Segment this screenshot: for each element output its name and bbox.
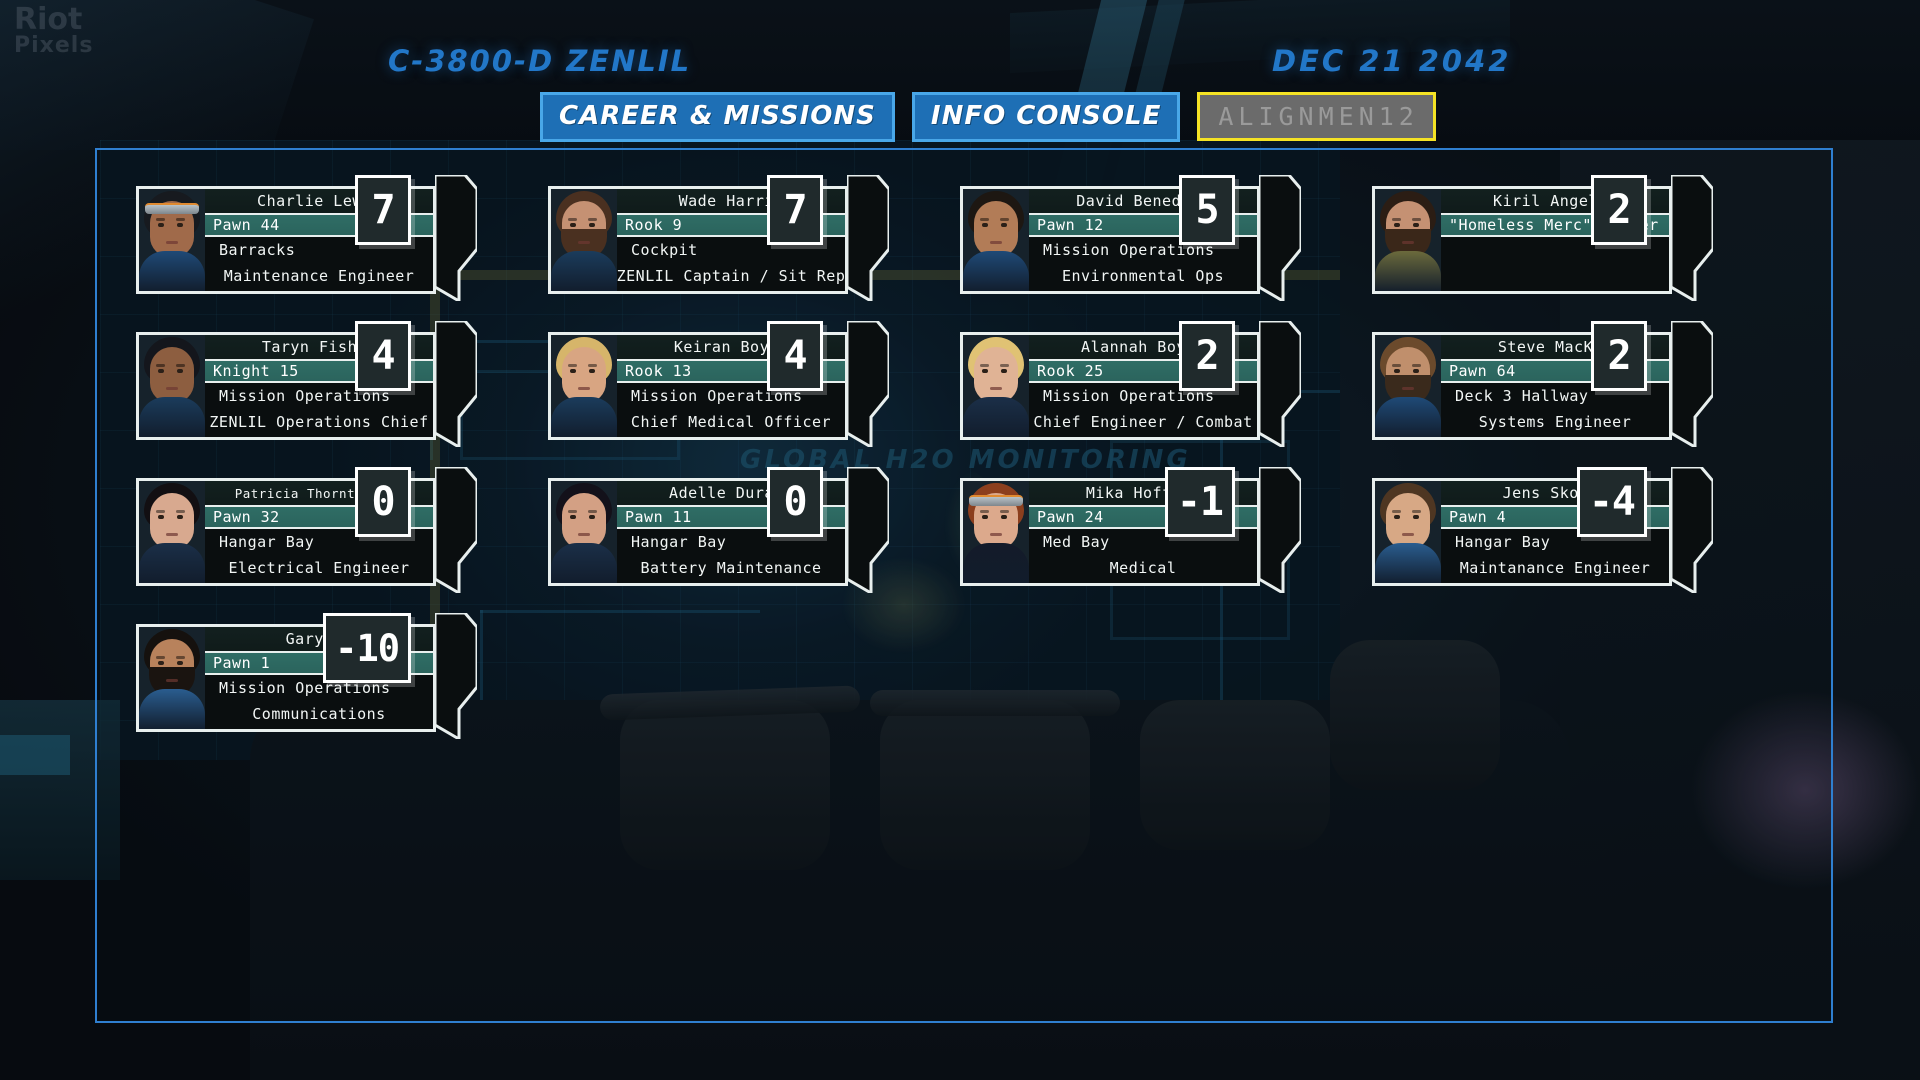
crew-alignment-grid: Charlie Lewis Pawn 44 Barracks Maintenance …: [136, 175, 1896, 770]
crew-role: ZENLIL Operations Chief: [205, 409, 433, 435]
crew-card[interactable]: Mika Hoffman Pawn 24 Med Bay Medical -1: [960, 467, 1301, 593]
crew-card-slot: Wade Harris Rook 9 Cockpit ZENLIL Captain /…: [548, 175, 952, 332]
crew-portrait: [963, 335, 1029, 437]
crew-role: Maintenance Engineer: [205, 263, 433, 289]
crew-card-slot: Gary Ma Pawn 1 Mission Operations Communica…: [136, 613, 540, 770]
crew-role: [1441, 263, 1669, 289]
card-chamfer-decoration: [1671, 321, 1713, 447]
crew-card-slot: Mika Hoffman Pawn 24 Med Bay Medical -1: [960, 467, 1364, 624]
crew-card-slot: Charlie Lewis Pawn 44 Barracks Maintenance …: [136, 175, 540, 332]
crew-role: Electrical Engineer: [205, 555, 433, 581]
crew-card-slot: Steve MacKai Pawn 64 Deck 3 Hallway Systems…: [1372, 321, 1776, 478]
crew-card-slot: David Benedict Pawn 12 Mission Operations E…: [960, 175, 1364, 332]
card-chamfer-decoration: [1259, 467, 1301, 593]
crew-card-slot: Adelle Durand Pawn 11 Hangar Bay Battery Ma…: [548, 467, 952, 624]
crew-portrait: [1375, 335, 1441, 437]
card-chamfer-decoration: [847, 467, 889, 593]
crew-card[interactable]: Gary Ma Pawn 1 Mission Operations Communica…: [136, 613, 477, 739]
crew-portrait: [1375, 189, 1441, 291]
crew-card-slot: Keiran Boyle Rook 13 Mission Operations Chi…: [548, 321, 952, 478]
crew-portrait: [1375, 481, 1441, 583]
alignment-score-badge: 4: [767, 321, 823, 391]
alignment-score-badge: -10: [323, 613, 411, 683]
crew-card[interactable]: Patricia Thornthwaite Pawn 32 Hangar Bay El…: [136, 467, 477, 593]
crew-card-slot: Taryn Fisher Knight 15 Mission Operations Z…: [136, 321, 540, 478]
ship-title: C-3800-D ZENLIL: [388, 44, 692, 78]
crew-portrait: [551, 189, 617, 291]
crew-card[interactable]: Wade Harris Rook 9 Cockpit ZENLIL Captain /…: [548, 175, 889, 301]
crew-role: Communications: [205, 701, 433, 727]
alignment-score-badge: 5: [1179, 175, 1235, 245]
card-chamfer-decoration: [1671, 467, 1713, 593]
alignment-score-badge: 0: [355, 467, 411, 537]
crew-role: Battery Maintenance: [617, 555, 845, 581]
card-chamfer-decoration: [435, 613, 477, 739]
tab-info-console[interactable]: INFO CONSOLE: [911, 92, 1181, 142]
crew-role: ZENLIL Captain / Sit Rep: [617, 263, 845, 289]
alignment-score-badge: 2: [1179, 321, 1235, 391]
crew-card[interactable]: Steve MacKai Pawn 64 Deck 3 Hallway Systems…: [1372, 321, 1713, 447]
crew-portrait: [139, 189, 205, 291]
crew-card-slot: Kiril Angelov "Homeless Merc" Leader 2: [1372, 175, 1776, 332]
tab-alignment[interactable]: ALIGNMEN12: [1197, 92, 1436, 141]
crew-card[interactable]: Kiril Angelov "Homeless Merc" Leader 2: [1372, 175, 1713, 301]
alignment-score-badge: 7: [355, 175, 411, 245]
alignment-score-badge: 4: [355, 321, 411, 391]
alignment-score-badge: 2: [1591, 175, 1647, 245]
card-chamfer-decoration: [435, 321, 477, 447]
crew-portrait: [551, 481, 617, 583]
tab-career-and-missions[interactable]: CAREER & MISSIONS: [540, 92, 895, 142]
card-chamfer-decoration: [435, 467, 477, 593]
alignment-score-badge: 0: [767, 467, 823, 537]
card-chamfer-decoration: [1671, 175, 1713, 301]
crew-role: Chief Engineer / Combat: [1029, 409, 1257, 435]
crew-portrait: [139, 335, 205, 437]
alignment-score-badge: -1: [1164, 467, 1235, 537]
card-chamfer-decoration: [1259, 175, 1301, 301]
crew-portrait: [551, 335, 617, 437]
crew-role: Chief Medical Officer: [617, 409, 845, 435]
crew-card[interactable]: Adelle Durand Pawn 11 Hangar Bay Battery Ma…: [548, 467, 889, 593]
crew-card[interactable]: Taryn Fisher Knight 15 Mission Operations Z…: [136, 321, 477, 447]
crew-portrait: [963, 481, 1029, 583]
crew-portrait: [963, 189, 1029, 291]
crew-card-slot: Jens Skogan Pawn 4 Hangar Bay Maintanance E…: [1372, 467, 1776, 624]
card-chamfer-decoration: [847, 321, 889, 447]
crew-role: Medical: [1029, 555, 1257, 581]
crew-role: Systems Engineer: [1441, 409, 1669, 435]
alignment-score-badge: 2: [1591, 321, 1647, 391]
card-chamfer-decoration: [847, 175, 889, 301]
crew-card[interactable]: David Benedict Pawn 12 Mission Operations E…: [960, 175, 1301, 301]
card-chamfer-decoration: [1259, 321, 1301, 447]
alignment-score-badge: -4: [1576, 467, 1647, 537]
crew-portrait: [139, 627, 205, 729]
crew-card-slot: Alannah Boyle Rook 25 Mission Operations Ch…: [960, 321, 1364, 478]
crew-card[interactable]: Alannah Boyle Rook 25 Mission Operations Ch…: [960, 321, 1301, 447]
date-label: DEC 21 2042: [1272, 44, 1512, 78]
alignment-score-badge: 7: [767, 175, 823, 245]
crew-role: Maintanance Engineer: [1441, 555, 1669, 581]
crew-card[interactable]: Keiran Boyle Rook 13 Mission Operations Chi…: [548, 321, 889, 447]
crew-card[interactable]: Jens Skogan Pawn 4 Hangar Bay Maintanance E…: [1372, 467, 1713, 593]
crew-portrait: [139, 481, 205, 583]
card-chamfer-decoration: [435, 175, 477, 301]
crew-role: Environmental Ops: [1029, 263, 1257, 289]
crew-card-slot: Patricia Thornthwaite Pawn 32 Hangar Bay El…: [136, 467, 540, 624]
crew-card[interactable]: Charlie Lewis Pawn 44 Barracks Maintenance …: [136, 175, 477, 301]
hud-overlay: C-3800-D ZENLIL DEC 21 2042 CAREER & MIS…: [0, 0, 1920, 1080]
tab-bar: CAREER & MISSIONS INFO CONSOLE ALIGNMEN1…: [540, 92, 1436, 142]
